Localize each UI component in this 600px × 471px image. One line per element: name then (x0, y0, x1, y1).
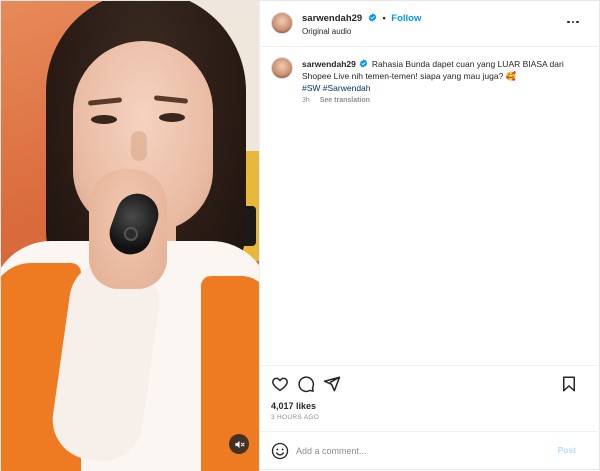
audio-link[interactable]: Original audio (302, 27, 351, 36)
comment-input[interactable] (296, 442, 546, 460)
heart-icon[interactable] (271, 375, 289, 393)
post-header: sarwendah29 • Follow Original audio (260, 1, 600, 47)
mute-button[interactable] (229, 434, 249, 454)
caption-meta: 3h See translation (302, 97, 370, 104)
caption-hashtags[interactable]: #SW #Sarwendah (302, 83, 371, 93)
post-details-panel: sarwendah29 • Follow Original audio sarw… (259, 1, 600, 471)
author-username[interactable]: sarwendah29 (302, 13, 362, 24)
caption-text: sarwendah29 Rahasia Bunda dapet cuan yan… (302, 58, 582, 94)
follow-button[interactable]: Follow (391, 13, 421, 24)
separator-dot: • (382, 13, 386, 23)
person-eye-right (159, 113, 185, 122)
verified-badge-icon (368, 13, 377, 22)
microphone-grille (124, 227, 138, 241)
action-bar (260, 365, 600, 401)
post-caption: sarwendah29 Rahasia Bunda dapet cuan yan… (260, 47, 600, 104)
post-comment-button[interactable]: Post (558, 445, 576, 455)
person-nose (131, 131, 147, 161)
post-timestamp[interactable]: 3 HOURS AGO (271, 414, 319, 421)
likes-count[interactable]: 4,017 likes (271, 401, 316, 411)
verified-badge-icon (359, 59, 368, 68)
author-avatar[interactable] (271, 12, 293, 34)
author-name-row: sarwendah29 • Follow (302, 13, 421, 24)
see-translation-link[interactable]: See translation (320, 97, 370, 104)
caption-avatar[interactable] (271, 57, 293, 79)
send-icon[interactable] (323, 375, 341, 393)
bookmark-icon[interactable] (560, 375, 578, 393)
caption-username[interactable]: sarwendah29 (302, 59, 356, 69)
more-options-icon[interactable] (564, 15, 582, 29)
caption-time: 3h (302, 97, 310, 104)
person-eye-left (91, 115, 117, 124)
speaker-muted-icon (234, 440, 245, 448)
post-modal: sarwendah29 • Follow Original audio sarw… (0, 0, 600, 471)
post-video[interactable] (1, 1, 259, 471)
emoji-icon[interactable] (271, 442, 289, 460)
comment-bar: Post (260, 431, 600, 471)
comment-icon[interactable] (297, 375, 315, 393)
